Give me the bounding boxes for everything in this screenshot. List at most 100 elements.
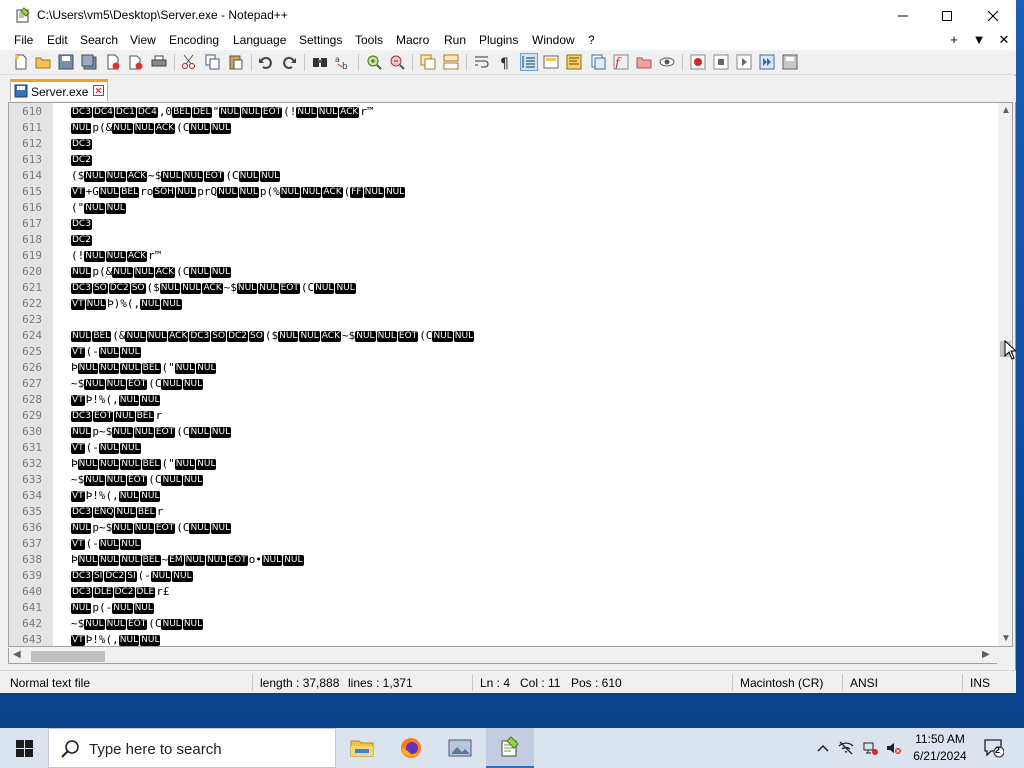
- editor-line[interactable]: 624 NUL BEL (&NUL NUL ACK DC3 SO DC2 SO ($NUL NUL AC…: [9, 328, 998, 344]
- record-macro-icon[interactable]: [690, 54, 706, 70]
- editor-line[interactable]: 618 DC2: [9, 232, 998, 248]
- status-insert-mode[interactable]: INS: [970, 676, 990, 690]
- editor-line[interactable]: 621 DC3 SO DC2 SO ($NUL NUL ACK ~$NUL NUL EOT (CNUL…: [9, 280, 998, 296]
- firefox-taskbar-button[interactable]: [387, 728, 435, 768]
- editor-line[interactable]: 639 DC3 SI DC2 SI (-NUL NUL: [9, 568, 998, 584]
- new-file-icon[interactable]: [13, 54, 29, 70]
- close-tab-button[interactable]: ✕: [996, 32, 1012, 48]
- menu-edit[interactable]: Edit: [47, 33, 68, 47]
- editor-line[interactable]: 632 ÞNUL NUL NUL BEL ("NUL NUL: [9, 456, 998, 472]
- redo-icon[interactable]: [281, 54, 297, 70]
- editor-line[interactable]: 638 ÞNUL NUL NUL BEL ~EM NUL NUL EOT o•NUL NUL: [9, 552, 998, 568]
- editor-line[interactable]: 636 NUL p~$NUL NUL EOT (CNUL NUL: [9, 520, 998, 536]
- menu-run[interactable]: Run: [444, 33, 466, 47]
- editor-line[interactable]: 612 DC3: [9, 136, 998, 152]
- word-wrap-icon[interactable]: [474, 54, 490, 70]
- file-explorer-taskbar-button[interactable]: [338, 728, 386, 768]
- print-icon[interactable]: [151, 54, 167, 70]
- editor-line[interactable]: 628 VT Þ!%(,NUL NUL: [9, 392, 998, 408]
- editor-line[interactable]: 627 ~$NUL NUL EOT (CNUL NUL: [9, 376, 998, 392]
- editor-line[interactable]: 620 NUL p(&NUL NUL ACK (CNUL NUL: [9, 264, 998, 280]
- editor-line[interactable]: 616 ("NUL NUL: [9, 200, 998, 216]
- menu-help[interactable]: ?: [588, 33, 595, 47]
- zoom-in-icon[interactable]: [366, 54, 382, 70]
- tab-close-icon[interactable]: [93, 85, 104, 96]
- maximize-button[interactable]: [924, 0, 970, 31]
- menu-language[interactable]: Language: [233, 33, 286, 47]
- menu-settings[interactable]: Settings: [299, 33, 342, 47]
- menu-search[interactable]: Search: [80, 33, 118, 47]
- close-all-icon[interactable]: [128, 54, 144, 70]
- menu-file[interactable]: File: [14, 33, 33, 47]
- undo-icon[interactable]: [258, 54, 274, 70]
- play-macro-icon[interactable]: [736, 54, 752, 70]
- zoom-out-icon[interactable]: [389, 54, 405, 70]
- scroll-right-arrow-icon[interactable]: ▶: [982, 649, 990, 660]
- scroll-up-arrow-icon[interactable]: ▲: [1001, 105, 1011, 116]
- menu-view[interactable]: View: [130, 33, 156, 47]
- editor-line[interactable]: 630 NUL p~$NUL NUL EOT (CNUL NUL: [9, 424, 998, 440]
- title-bar[interactable]: C:\Users\vm5\Desktop\Server.exe - Notepa…: [0, 0, 1016, 31]
- text-lines[interactable]: 610 DC3 DC4 DC1 DC4,0BEL DEL "NUL NUL EOT (!NUL NU…: [9, 104, 998, 646]
- menu-window[interactable]: Window: [532, 33, 575, 47]
- close-file-icon[interactable]: [105, 54, 121, 70]
- save-macro-icon[interactable]: [782, 54, 798, 70]
- menu-tools[interactable]: Tools: [355, 33, 383, 47]
- open-file-icon[interactable]: [35, 54, 51, 70]
- notepadpp-taskbar-button[interactable]: [486, 728, 534, 768]
- editor-line[interactable]: 629 DC3 EOT NUL BEL r: [9, 408, 998, 424]
- cut-icon[interactable]: [181, 54, 197, 70]
- editor-line[interactable]: 623: [9, 312, 998, 328]
- save-all-icon[interactable]: [81, 54, 97, 70]
- network-disconnected-icon[interactable]: [838, 740, 854, 756]
- menu-macro[interactable]: Macro: [396, 33, 429, 47]
- editor-line[interactable]: 641 NUL p(-NUL NUL: [9, 600, 998, 616]
- menu-encoding[interactable]: Encoding: [169, 33, 219, 47]
- tab-list-button[interactable]: ▼: [971, 32, 987, 47]
- editor-line[interactable]: 613 DC2: [9, 152, 998, 168]
- editor-area[interactable]: 610 DC3 DC4 DC1 DC4,0BEL DEL "NUL NUL EOT (!NUL NU…: [8, 102, 1013, 647]
- horizontal-scroll-thumb[interactable]: [31, 651, 105, 662]
- stop-macro-icon[interactable]: [713, 54, 729, 70]
- doc-map-icon[interactable]: [566, 54, 582, 70]
- editor-line[interactable]: 611 NUL p(&NUL NUL ACK (CNUL NUL: [9, 120, 998, 136]
- status-eol[interactable]: Macintosh (CR): [740, 676, 823, 690]
- doc-list-icon[interactable]: [590, 54, 606, 70]
- replace-icon[interactable]: ab: [335, 54, 351, 70]
- monitoring-icon[interactable]: [659, 54, 675, 70]
- editor-line[interactable]: 614 ($NUL NUL ACK ~$NUL NUL EOT (CNUL NUL: [9, 168, 998, 184]
- menu-plugins[interactable]: Plugins: [479, 33, 518, 47]
- new-tab-button[interactable]: +: [946, 32, 962, 47]
- taskbar-clock[interactable]: 11:50 AM 6/21/2024: [905, 731, 975, 765]
- editor-line[interactable]: 610 DC3 DC4 DC1 DC4,0BEL DEL "NUL NUL EOT (!NUL NU…: [9, 104, 998, 120]
- scroll-left-arrow-icon[interactable]: ◀: [13, 649, 21, 660]
- photo-viewer-taskbar-button[interactable]: [436, 728, 484, 768]
- start-button[interactable]: [0, 728, 48, 768]
- editor-line[interactable]: 622 VT NUL Þ)%(,NUL NUL: [9, 296, 998, 312]
- user-define-lang-icon[interactable]: [543, 54, 559, 70]
- taskbar-search-box[interactable]: Type here to search: [48, 728, 336, 768]
- folder-workspace-icon[interactable]: [636, 54, 652, 70]
- editor-line[interactable]: 615 VT +GNUL BEL roSOH NUL prQNUL NUL p(%NUL NUL A…: [9, 184, 998, 200]
- minimize-button[interactable]: [880, 0, 926, 31]
- editor-line[interactable]: 626 ÞNUL NUL NUL BEL ("NUL NUL: [9, 360, 998, 376]
- network-status-icon[interactable]: [862, 740, 878, 756]
- vertical-scrollbar[interactable]: ▲ ▼: [998, 103, 1012, 646]
- editor-line[interactable]: 642 ~$NUL NUL EOT (CNUL NUL: [9, 616, 998, 632]
- show-all-chars-icon[interactable]: ¶: [497, 54, 513, 70]
- indent-guide-icon[interactable]: [520, 53, 538, 71]
- sync-vertical-icon[interactable]: [420, 54, 436, 70]
- editor-line[interactable]: 619 (!NUL NUL ACK r™: [9, 248, 998, 264]
- editor-line[interactable]: 625 VT (-NUL NUL: [9, 344, 998, 360]
- editor-line[interactable]: 640 DC3 DLE DC2 DLE r£: [9, 584, 998, 600]
- status-encoding[interactable]: ANSI: [850, 676, 878, 690]
- editor-line[interactable]: 631 VT (-NUL NUL: [9, 440, 998, 456]
- editor-line[interactable]: 634 VT Þ!%(,NUL NUL: [9, 488, 998, 504]
- paste-icon[interactable]: [228, 54, 244, 70]
- volume-muted-icon[interactable]: [885, 740, 901, 756]
- save-icon[interactable]: [58, 54, 74, 70]
- tray-chevron-up-icon[interactable]: [815, 740, 831, 756]
- copy-icon[interactable]: [205, 54, 221, 70]
- function-list-icon[interactable]: f: [613, 54, 629, 70]
- editor-line[interactable]: 633 ~$NUL NUL EOT (CNUL NUL: [9, 472, 998, 488]
